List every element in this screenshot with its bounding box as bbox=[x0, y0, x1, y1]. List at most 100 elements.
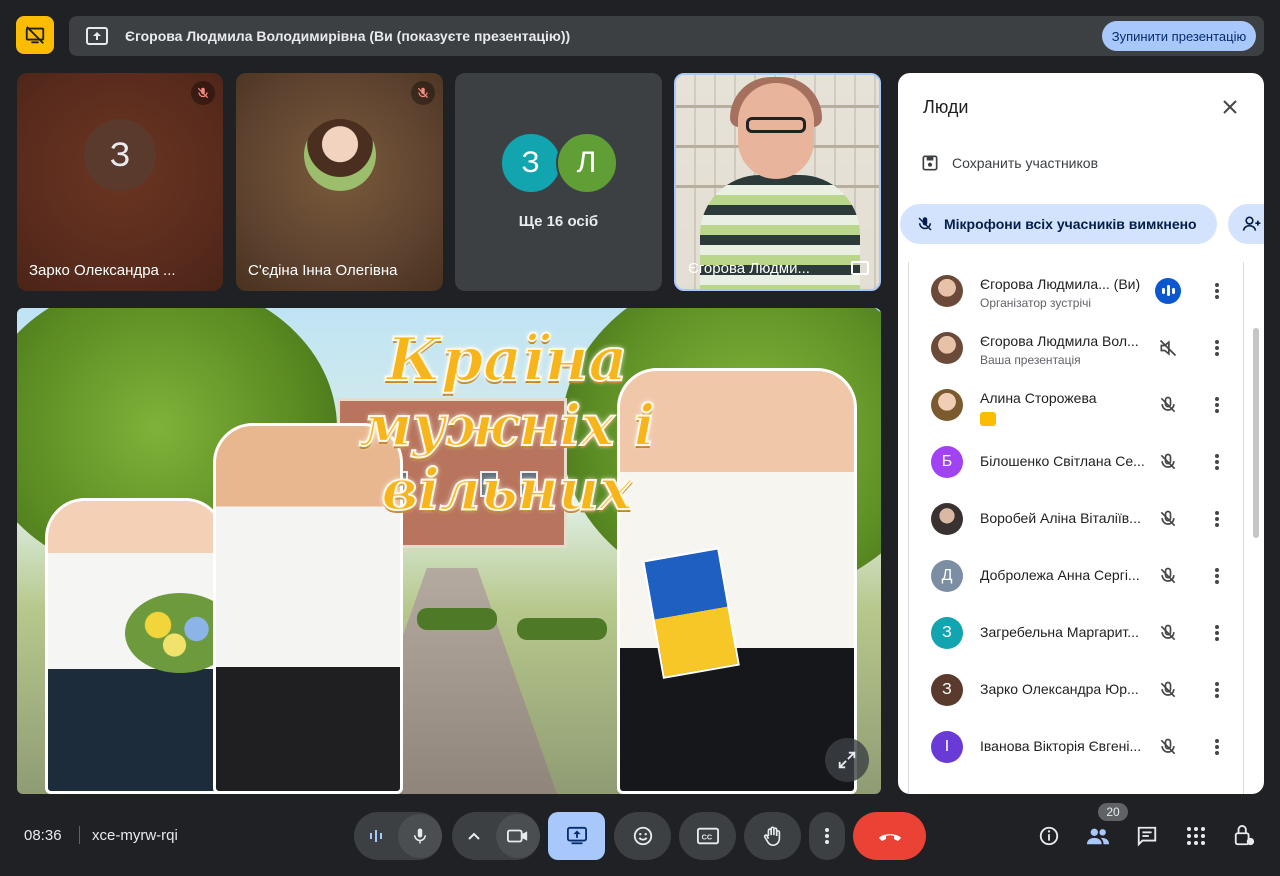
people-button[interactable] bbox=[1084, 822, 1112, 850]
activities-button[interactable] bbox=[1182, 822, 1210, 850]
more-options-button[interactable] bbox=[1207, 449, 1227, 475]
chat-button[interactable] bbox=[1133, 822, 1161, 850]
videocam-icon bbox=[507, 829, 528, 843]
present-to-all-icon bbox=[566, 826, 587, 845]
participant-row[interactable]: Алина Сторожева bbox=[909, 376, 1245, 433]
fullscreen-button[interactable] bbox=[825, 738, 869, 782]
meet-window: Єгорова Людмила Володимирівна (Ви (показ… bbox=[0, 0, 1280, 876]
avatar-photo bbox=[303, 119, 376, 191]
participant-name: Іванова Вікторія Євгені... bbox=[980, 738, 1142, 754]
people-panel: Люди Сохранить участников Мікрофони всіх… bbox=[898, 73, 1264, 794]
mute-all-chip[interactable]: Мікрофони всіх учасників вимкнено bbox=[900, 204, 1217, 244]
more-options-button[interactable] bbox=[1207, 563, 1227, 589]
picture-in-picture-icon[interactable] bbox=[851, 261, 869, 275]
chevron-up-icon[interactable] bbox=[452, 812, 496, 860]
close-button[interactable] bbox=[1218, 95, 1242, 119]
more-vert-icon bbox=[1215, 339, 1219, 356]
participant-row[interactable]: З Зарко Олександра Юр... bbox=[909, 661, 1245, 718]
more-participants-label: Ще 16 осіб bbox=[518, 213, 599, 230]
captions-button[interactable]: CC bbox=[679, 812, 736, 860]
audio-level-icon[interactable] bbox=[354, 812, 398, 860]
participants-list: Єгорова Людмила... (Ви) Організатор зуст… bbox=[908, 262, 1244, 794]
hedge bbox=[417, 608, 497, 630]
mic-off-icon bbox=[1155, 563, 1181, 589]
more-vert-icon bbox=[1215, 624, 1219, 641]
hedge bbox=[517, 618, 607, 640]
more-vert-icon bbox=[825, 828, 829, 844]
avatar: І bbox=[931, 730, 963, 763]
slide-title-line: вільних bbox=[381, 457, 634, 523]
more-vert-icon bbox=[1215, 282, 1219, 299]
mic-control-group bbox=[354, 812, 442, 860]
meeting-code: xce-myrw-rqi bbox=[92, 827, 178, 844]
participant-name: Зарко Олександра Юр... bbox=[980, 681, 1139, 697]
call-end-icon bbox=[878, 834, 901, 841]
avatar-photo bbox=[931, 388, 963, 421]
participant-name: Єгорова Людмила... (Ви) bbox=[980, 276, 1141, 292]
presenting-banner: Єгорова Людмила Володимирівна (Ви (показ… bbox=[69, 16, 1264, 56]
participant-row[interactable]: Воробей Аліна Віталіїв... bbox=[909, 490, 1245, 547]
avatar: З bbox=[84, 119, 156, 191]
info-icon bbox=[1039, 826, 1059, 846]
slide-title-line: Країна bbox=[386, 325, 629, 395]
camera-button[interactable] bbox=[496, 814, 540, 858]
mic-off-icon bbox=[1155, 734, 1181, 760]
avatar: З bbox=[931, 616, 963, 649]
divider bbox=[79, 826, 80, 844]
more-vert-icon bbox=[1215, 681, 1219, 698]
avatar: З bbox=[499, 132, 562, 194]
more-vert-icon bbox=[1215, 396, 1219, 413]
avatar: Л bbox=[555, 132, 618, 194]
add-people-chip[interactable] bbox=[1228, 204, 1264, 244]
stop-presenting-button[interactable]: Зупинити презентацію bbox=[1102, 21, 1256, 51]
more-options-button[interactable] bbox=[1207, 335, 1227, 361]
participant-tile[interactable]: С'єдіна Інна Олегівна bbox=[236, 73, 443, 291]
chat-icon bbox=[1137, 826, 1157, 847]
emoji-icon bbox=[633, 826, 652, 846]
participant-row[interactable]: Д Добролежа Анна Сергі... bbox=[909, 547, 1245, 604]
save-participants-button[interactable]: Сохранить участников bbox=[920, 153, 1098, 173]
more-options-button[interactable] bbox=[1207, 620, 1227, 646]
mic-off-icon bbox=[1155, 620, 1181, 646]
avatar-photo bbox=[931, 331, 963, 364]
more-options-button[interactable] bbox=[809, 812, 845, 860]
microphone-button[interactable] bbox=[398, 814, 442, 858]
participant-row[interactable]: Єгорова Людмила... (Ви) Організатор зуст… bbox=[909, 262, 1245, 319]
present-now-button[interactable] bbox=[548, 812, 605, 860]
host-controls-button[interactable] bbox=[1230, 822, 1258, 850]
participant-row[interactable]: З Загребельна Маргарит... bbox=[909, 604, 1245, 661]
participant-row[interactable]: І Іванова Вікторія Євгені... bbox=[909, 718, 1245, 775]
participant-row[interactable]: Б Білошенко Світлана Се... bbox=[909, 433, 1245, 490]
presenting-icon[interactable] bbox=[16, 16, 54, 54]
participant-name: Алина Сторожева bbox=[980, 390, 1097, 406]
avatar: Д bbox=[931, 559, 963, 592]
reactions-button[interactable] bbox=[614, 812, 671, 860]
participant-name: Загребельна Маргарит... bbox=[980, 624, 1139, 640]
leave-call-button[interactable] bbox=[853, 812, 926, 860]
participant-name: Єгорова Людми... bbox=[688, 260, 810, 277]
more-options-button[interactable] bbox=[1207, 278, 1227, 304]
speaking-indicator-icon bbox=[1155, 277, 1181, 304]
glasses bbox=[746, 117, 806, 133]
participant-name: Добролежа Анна Сергі... bbox=[980, 567, 1140, 583]
more-options-button[interactable] bbox=[1207, 734, 1227, 760]
slide-title-line: мужніх і bbox=[358, 393, 656, 459]
more-vert-icon bbox=[1215, 567, 1219, 584]
participant-role: Організатор зустрічі bbox=[980, 296, 1092, 310]
participant-count-badge: 20 bbox=[1098, 803, 1128, 821]
meeting-details-button[interactable] bbox=[1035, 822, 1063, 850]
more-options-button[interactable] bbox=[1207, 392, 1227, 418]
raise-hand-button[interactable] bbox=[744, 812, 801, 860]
participant-tile[interactable]: З Зарко Олександра ... bbox=[17, 73, 223, 291]
more-options-button[interactable] bbox=[1207, 506, 1227, 532]
more-options-button[interactable] bbox=[1207, 677, 1227, 703]
more-participants-tile[interactable]: З Л Ще 16 осіб bbox=[455, 73, 662, 291]
scrollbar[interactable] bbox=[1253, 328, 1259, 538]
panel-title: Люди bbox=[923, 97, 969, 117]
self-video-tile[interactable]: Єгорова Людми... bbox=[674, 73, 881, 291]
lock-person-icon bbox=[1234, 825, 1255, 846]
volume-off-icon bbox=[1155, 335, 1181, 361]
participant-row[interactable]: Єгорова Людмила Вол... Ваша презентація bbox=[909, 319, 1245, 376]
participant-name: С'єдіна Інна Олегівна bbox=[248, 262, 398, 279]
people-icon bbox=[1086, 828, 1110, 845]
